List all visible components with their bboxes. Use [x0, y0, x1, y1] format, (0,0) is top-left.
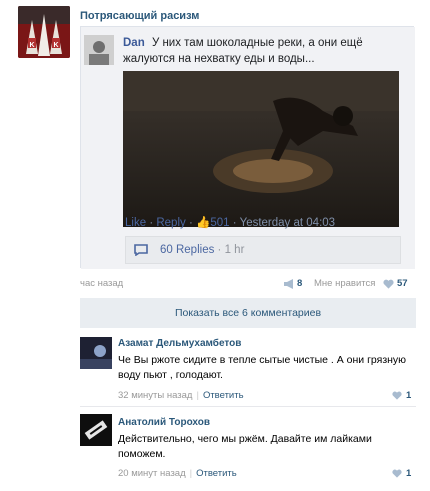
comment-like-count[interactable]: 1	[406, 390, 411, 401]
comment-author[interactable]: Азамат Дельмухамбетов	[118, 338, 241, 349]
embed-replies-time: 1 hr	[224, 244, 245, 256]
embed-replies-bar: 60 Replies · 1 hr	[125, 236, 401, 264]
comment-author[interactable]: Анатолий Торохов	[118, 417, 210, 428]
group-name-link[interactable]: Потрясающий расизм	[80, 10, 199, 22]
embed-author-avatar	[84, 35, 114, 65]
heart-icon[interactable]	[392, 469, 402, 478]
group-avatar-image: K K	[18, 6, 70, 58]
post-time-link[interactable]: час назад	[80, 278, 123, 289]
heart-icon[interactable]	[383, 279, 394, 289]
embed-timestamp: Yesterday at 04:03	[239, 217, 336, 229]
heart-icon[interactable]	[392, 391, 402, 400]
comment-avatar[interactable]	[80, 337, 112, 369]
svg-text:K: K	[29, 42, 34, 49]
embed-photo	[123, 71, 399, 227]
comment-time[interactable]: 32 минуты назад	[118, 390, 192, 401]
megaphone-icon[interactable]	[283, 279, 295, 289]
embed-replies-count: 60 Replies	[160, 244, 215, 256]
group-avatar[interactable]: K K	[18, 6, 70, 58]
embed-comment: Dan У них там шоколадные реки, а они ещё…	[123, 35, 409, 67]
comment-meta: 20 минут назад | Ответить	[118, 468, 237, 479]
comment-text: Действительно, чего мы ржём. Давайте им …	[118, 433, 372, 460]
comment-text: Че Вы ржоте сидите в тепле сытые чистые …	[118, 354, 407, 381]
reply-button[interactable]: Ответить	[203, 390, 244, 401]
comment-like-count[interactable]: 1	[406, 468, 411, 479]
comment-avatar[interactable]	[80, 414, 112, 446]
svg-text:K: K	[53, 42, 58, 49]
embed-author-name: Dan	[123, 37, 145, 49]
comment-divider	[80, 406, 416, 407]
embedded-post-image[interactable]: Dan У них там шоколадные реки, а они ещё…	[80, 26, 415, 269]
reply-button[interactable]: Ответить	[196, 468, 237, 479]
reply-bubble-icon	[134, 244, 148, 256]
show-all-comments-button[interactable]: Показать все 6 комментариев	[80, 298, 416, 328]
embed-thumb-icon: 👍	[196, 217, 211, 229]
like-count[interactable]: 57	[397, 278, 408, 289]
like-label[interactable]: Мне нравится	[314, 278, 375, 289]
comment-time[interactable]: 20 минут назад	[118, 468, 186, 479]
embed-comment-text: У них там шоколадные реки, а они ещё жал…	[123, 37, 363, 65]
embed-reply-link: Reply	[156, 217, 186, 229]
repost-count[interactable]: 8	[297, 278, 302, 289]
embed-like-count: 501	[210, 217, 230, 229]
embed-actions: Like · Reply · 👍501 · Yesterday at 04:03	[125, 217, 336, 229]
comment-meta: 32 минуты назад | Ответить	[118, 390, 244, 401]
embed-like-link: Like	[125, 217, 147, 229]
